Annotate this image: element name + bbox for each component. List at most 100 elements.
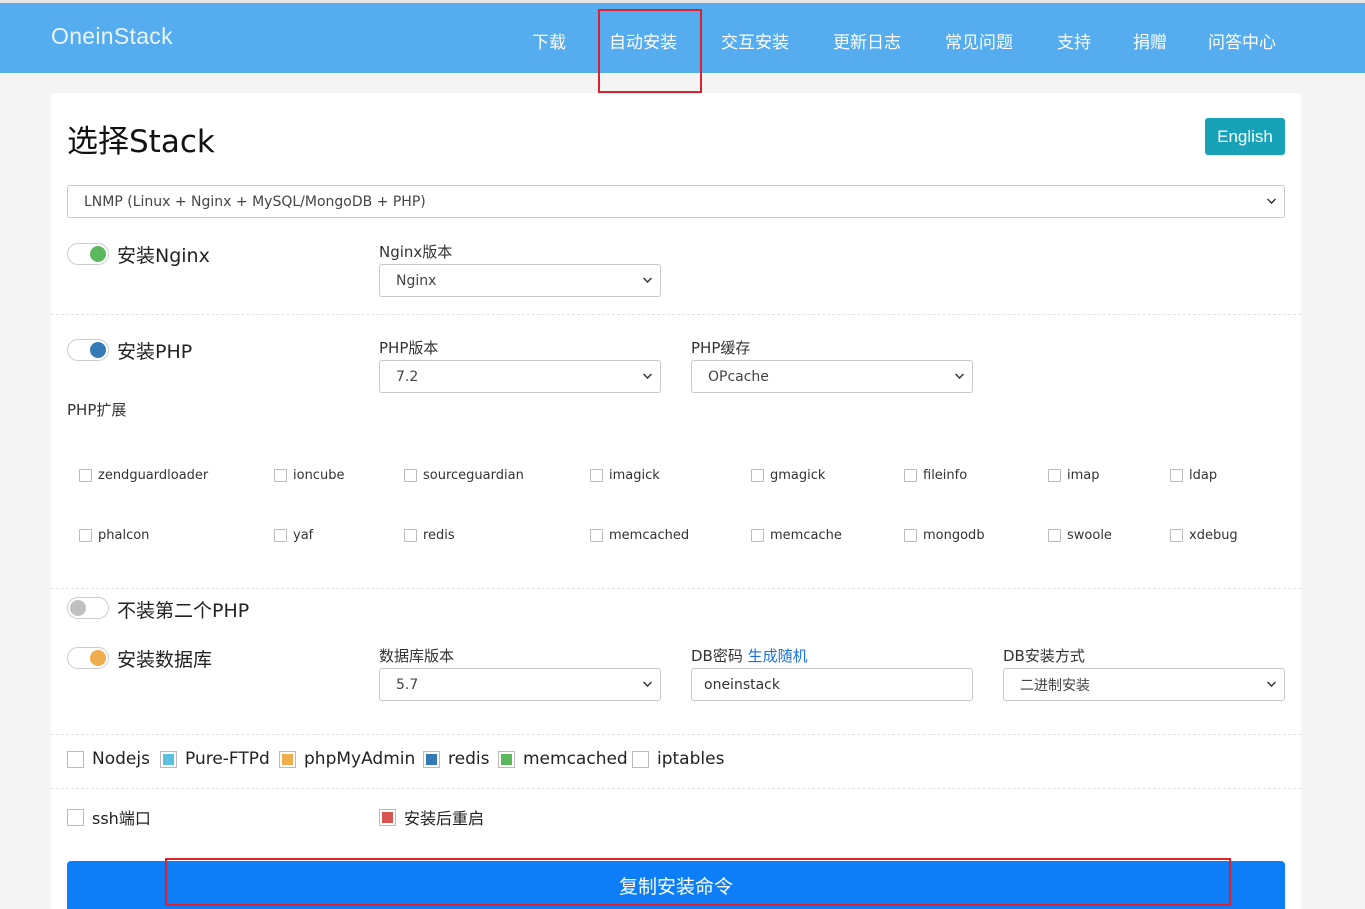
ext-checkbox[interactable]: yaf [274, 528, 313, 543]
php-cache-select[interactable]: OPcache [691, 360, 973, 393]
option-memcached[interactable]: memcached [498, 749, 628, 769]
toggle-knob [90, 342, 106, 358]
db-version-select[interactable]: 5.7 [379, 668, 661, 701]
checkbox-icon [67, 750, 84, 768]
db-method-label: DB安装方式 [1003, 647, 1085, 665]
php-cache-value: OPcache [708, 368, 769, 385]
ext-checkbox[interactable]: swoole [1048, 528, 1112, 543]
ext-checkbox[interactable]: fileinfo [904, 468, 967, 483]
checkbox-icon [1170, 529, 1183, 542]
checkbox-icon [404, 469, 417, 482]
php-cache-label: PHP缓存 [691, 339, 751, 357]
toggle-knob [70, 600, 86, 616]
brand-logo[interactable]: OneinStack [51, 23, 173, 50]
checkbox-checked-icon [423, 750, 440, 768]
checkbox-icon [590, 529, 603, 542]
option-pure-ftpd[interactable]: Pure-FTPd [160, 749, 270, 769]
ext-checkbox[interactable]: phalcon [79, 528, 149, 543]
option-reboot[interactable]: 安装后重启 [379, 805, 484, 829]
nginx-toggle[interactable] [67, 243, 109, 265]
checkbox-icon [274, 469, 287, 482]
nav-faq[interactable]: 常见问题 [945, 28, 1013, 53]
ext-checkbox[interactable]: ioncube [274, 468, 344, 483]
db-toggle-label: 安装数据库 [117, 649, 213, 671]
second-php-label: 不装第二个PHP [117, 600, 250, 622]
chevron-down-icon [1267, 195, 1276, 204]
option-iptables[interactable]: iptables [632, 749, 724, 769]
checkbox-icon [904, 469, 917, 482]
nav-interactive-install[interactable]: 交互安装 [721, 28, 789, 53]
nav-changelog[interactable]: 更新日志 [833, 28, 901, 53]
ext-checkbox[interactable]: gmagick [751, 468, 825, 483]
toggle-knob [90, 246, 106, 262]
section-divider [51, 788, 1301, 789]
nav-qa-center[interactable]: 问答中心 [1208, 28, 1276, 53]
nginx-version-label: Nginx版本 [379, 243, 453, 261]
checkbox-icon [79, 529, 92, 542]
nav-download[interactable]: 下载 [532, 28, 566, 53]
ext-checkbox[interactable]: ldap [1170, 468, 1217, 483]
checkbox-icon [1048, 469, 1061, 482]
option-ssh-port[interactable]: ssh端口 [67, 805, 151, 829]
option-phpmyadmin[interactable]: phpMyAdmin [279, 749, 415, 769]
checkbox-icon [590, 469, 603, 482]
toggle-knob [90, 650, 106, 666]
chevron-down-icon [643, 274, 652, 283]
checkbox-checked-icon [160, 750, 177, 768]
chevron-down-icon [1267, 678, 1276, 687]
db-method-value: 二进制安装 [1020, 677, 1090, 694]
db-method-select[interactable]: 二进制安装 [1003, 668, 1285, 701]
checkbox-checked-icon [498, 750, 515, 768]
second-php-toggle[interactable] [67, 597, 109, 619]
nginx-toggle-label: 安装Nginx [117, 245, 210, 267]
checkbox-icon [904, 529, 917, 542]
checkbox-icon [79, 469, 92, 482]
ext-checkbox[interactable]: memcache [751, 528, 842, 543]
checkbox-icon [632, 750, 649, 768]
ext-checkbox[interactable]: zendguardloader [79, 468, 208, 483]
php-version-select[interactable]: 7.2 [379, 360, 661, 393]
section-divider [51, 588, 1301, 589]
nginx-version-select[interactable]: Nginx [379, 264, 661, 297]
chevron-down-icon [643, 370, 652, 379]
db-password-input[interactable]: oneinstack [691, 668, 973, 701]
checkbox-icon [751, 469, 764, 482]
db-password-label: DB密码 生成随机 [691, 647, 808, 665]
php-toggle[interactable] [67, 339, 109, 361]
db-version-label: 数据库版本 [379, 647, 455, 665]
checkbox-icon [67, 808, 84, 826]
db-password-value: oneinstack [704, 676, 780, 693]
nav-support[interactable]: 支持 [1057, 28, 1091, 53]
checkbox-checked-icon [279, 750, 296, 768]
stack-select[interactable]: LNMP (Linux + Nginx + MySQL/MongoDB + PH… [67, 185, 1285, 218]
ext-checkbox[interactable]: memcached [590, 528, 689, 543]
db-version-value: 5.7 [396, 676, 419, 693]
nav-auto-install[interactable]: 自动安装 [609, 28, 677, 53]
ext-checkbox[interactable]: imagick [590, 468, 660, 483]
copy-install-command-button[interactable]: 复制安装命令 [67, 861, 1285, 909]
checkbox-icon [404, 529, 417, 542]
section-divider [51, 734, 1301, 735]
php-toggle-label: 安装PHP [117, 341, 193, 363]
page-title: 选择Stack [67, 124, 215, 160]
stack-select-value: LNMP (Linux + Nginx + MySQL/MongoDB + PH… [84, 193, 426, 210]
chevron-down-icon [643, 678, 652, 687]
option-nodejs[interactable]: Nodejs [67, 749, 150, 769]
ext-checkbox[interactable]: xdebug [1170, 528, 1238, 543]
ext-checkbox[interactable]: sourceguardian [404, 468, 524, 483]
option-redis[interactable]: redis [423, 749, 489, 769]
ext-checkbox[interactable]: imap [1048, 468, 1100, 483]
nginx-version-value: Nginx [396, 272, 437, 289]
php-version-value: 7.2 [396, 368, 419, 385]
db-toggle[interactable] [67, 647, 109, 669]
checkbox-icon [1170, 469, 1183, 482]
ext-checkbox[interactable]: redis [404, 528, 455, 543]
chevron-down-icon [955, 370, 964, 379]
generate-random-link[interactable]: 生成随机 [748, 647, 808, 665]
checkbox-checked-icon [379, 808, 396, 826]
checkbox-icon [274, 529, 287, 542]
ext-checkbox[interactable]: mongodb [904, 528, 985, 543]
english-button[interactable]: English [1205, 118, 1285, 155]
nav-donate[interactable]: 捐赠 [1133, 28, 1167, 53]
checkbox-icon [1048, 529, 1061, 542]
